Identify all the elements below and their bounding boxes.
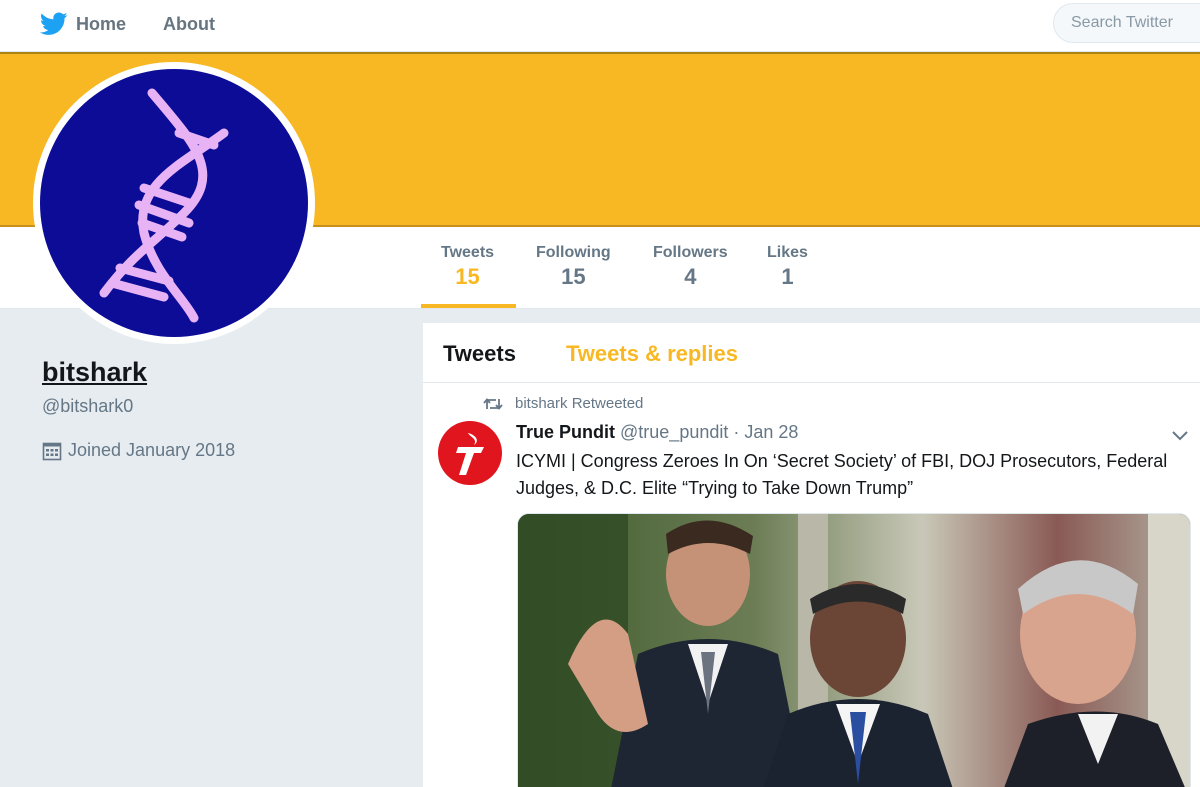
tweet-separator: · — [733, 422, 740, 442]
nav-about[interactable]: About — [163, 0, 215, 48]
tweet-date[interactable]: Jan 28 — [744, 422, 798, 442]
search-input[interactable] — [1053, 3, 1200, 43]
stat-likes[interactable]: Likes 1 — [767, 244, 808, 290]
avatar — [40, 69, 308, 337]
profile-joined: Joined January 2018 — [42, 440, 235, 461]
retweet-icon — [483, 397, 503, 410]
tweet-author-handle[interactable]: @true_pundit — [620, 422, 728, 442]
torch-logo-icon — [456, 433, 484, 475]
tweet-media-photo[interactable] — [517, 513, 1191, 787]
profile-handle: @bitshark0 — [42, 396, 134, 416]
stat-followers-label: Followers — [653, 244, 728, 261]
timeline-tabs: Tweets Tweets & replies — [423, 323, 1200, 383]
profile-joined-text: Joined January 2018 — [68, 440, 236, 460]
tab-tweets-and-replies[interactable]: Tweets & replies — [566, 341, 738, 367]
active-stat-indicator — [421, 304, 516, 308]
stat-tweets-value: 15 — [455, 264, 480, 289]
stat-followers[interactable]: Followers 4 — [653, 244, 728, 290]
tweet-author-name[interactable]: True Pundit — [516, 422, 615, 442]
stat-tweets-label: Tweets — [441, 244, 495, 261]
dna-icon — [99, 88, 229, 323]
tweet-text: ICYMI | Congress Zeroes In On ‘Secret So… — [516, 451, 1168, 498]
twitter-bird-icon — [40, 12, 68, 35]
tweet-menu-button[interactable] — [1171, 429, 1189, 447]
stat-following-label: Following — [536, 244, 611, 261]
stat-likes-label: Likes — [767, 244, 808, 261]
retweet-context: bitshark Retweeted — [483, 395, 643, 412]
timeline: Tweets Tweets & replies bitshark Retweet… — [423, 323, 1200, 787]
chevron-down-icon — [1172, 431, 1188, 441]
stat-following[interactable]: Following 15 — [536, 244, 611, 290]
top-nav: Home About — [0, 0, 1200, 52]
tab-tweets[interactable]: Tweets — [443, 341, 516, 367]
tweet-header: True Pundit @true_pundit · Jan 28 — [516, 422, 798, 443]
stat-following-value: 15 — [561, 264, 586, 289]
retweet-label[interactable]: bitshark Retweeted — [515, 395, 643, 412]
stat-followers-value: 4 — [684, 264, 697, 289]
nav-home[interactable]: Home — [40, 0, 126, 48]
calendar-icon — [42, 442, 62, 460]
nav-home-label: Home — [76, 13, 127, 34]
stat-tweets[interactable]: Tweets 15 — [441, 244, 494, 290]
stat-likes-value: 1 — [781, 264, 794, 289]
nav-about-label: About — [163, 13, 215, 34]
profile-avatar[interactable] — [33, 62, 315, 344]
tweet-author-avatar[interactable] — [438, 421, 502, 485]
tweet-photo-image — [518, 514, 1190, 787]
profile-name[interactable]: bitshark — [42, 357, 147, 388]
